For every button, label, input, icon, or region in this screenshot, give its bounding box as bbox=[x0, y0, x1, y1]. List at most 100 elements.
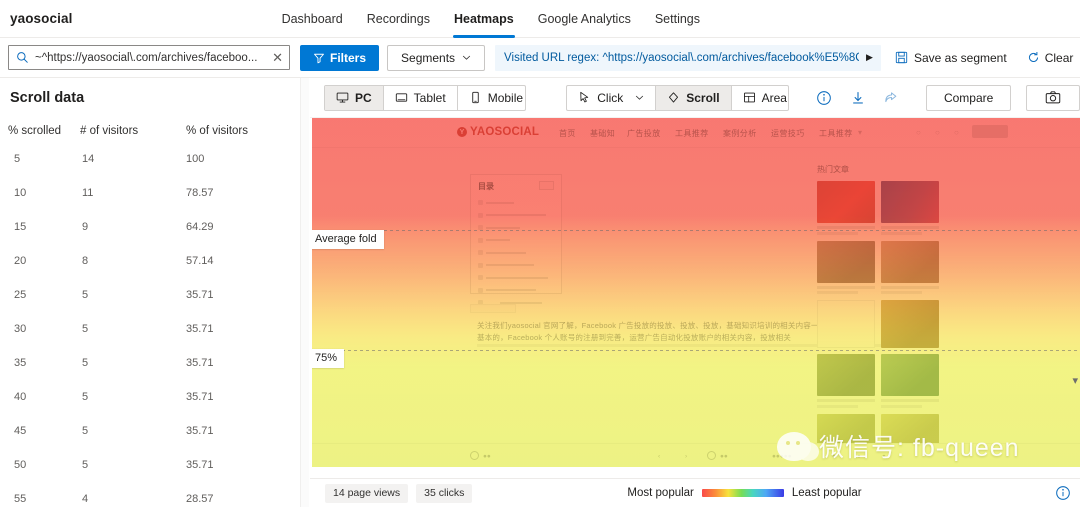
site-logo: Y YAOSOCIAL bbox=[457, 126, 539, 138]
play-icon[interactable]: ▶ bbox=[866, 52, 873, 63]
scroll-data-panel: Scroll data % scrolled # of visitors % o… bbox=[0, 78, 300, 507]
site-sidebar-title: 热门文章 bbox=[817, 164, 939, 175]
table-row[interactable]: 514100 bbox=[0, 142, 300, 176]
table-row[interactable]: 40535.71 bbox=[0, 380, 300, 414]
download-icon[interactable] bbox=[845, 85, 870, 111]
monitor-icon bbox=[336, 91, 349, 104]
filters-button-label: Filters bbox=[330, 51, 366, 65]
cell-percent-visitors: 35.71 bbox=[186, 278, 300, 312]
heatmap-stage[interactable]: Y YAOSOCIAL 首页 基础知 广告投放 工具推荐 案例分析 运营技巧 工… bbox=[312, 118, 1080, 467]
heatmap-status-bar: 14 page views 35 clicks Most popular Lea… bbox=[310, 478, 1080, 507]
camera-icon bbox=[1045, 90, 1061, 105]
mode-option-area[interactable]: Area bbox=[732, 86, 790, 110]
table-row[interactable]: 50535.71 bbox=[0, 448, 300, 482]
device-option-pc[interactable]: PC bbox=[325, 86, 384, 110]
nav-item-recordings[interactable]: Recordings bbox=[355, 0, 442, 38]
search-input-value: ~^https://yaosocial\.com/archives/facebo… bbox=[35, 52, 269, 64]
site-nav-item: 工具推荐 bbox=[675, 128, 709, 139]
cell-percent-scrolled: 20 bbox=[0, 244, 80, 278]
visited-url-regex-pill[interactable]: Visited URL regex: ^https://yaosocial\.c… bbox=[495, 45, 881, 71]
table-row[interactable]: 35535.71 bbox=[0, 346, 300, 380]
clear-search-icon[interactable]: ✕ bbox=[269, 51, 283, 64]
cell-percent-scrolled: 35 bbox=[0, 346, 80, 380]
save-as-segment-label: Save as segment bbox=[914, 51, 1007, 65]
brand-title: yaosocial bbox=[10, 11, 72, 26]
cell-num-visitors: 4 bbox=[80, 482, 186, 507]
chevron-down-icon[interactable] bbox=[635, 93, 644, 102]
average-fold-line bbox=[312, 230, 1080, 231]
site-thumbnail bbox=[881, 300, 939, 348]
site-thumb-row bbox=[817, 354, 939, 408]
site-footer-bar: ●● ‹ › ●● ●●●●● ● ● ● bbox=[312, 443, 1080, 467]
site-thumbnail bbox=[817, 181, 875, 235]
cell-num-visitors: 5 bbox=[80, 346, 186, 380]
cell-percent-visitors: 100 bbox=[186, 142, 300, 176]
diamond-icon bbox=[667, 91, 680, 104]
panel-title: Scroll data bbox=[10, 90, 300, 106]
site-thumbnail bbox=[881, 181, 939, 235]
site-nav-item: 基础知 bbox=[590, 128, 615, 139]
mode-option-scroll[interactable]: Scroll bbox=[656, 86, 731, 110]
share-icon[interactable] bbox=[879, 85, 904, 111]
legend-gradient-bar bbox=[702, 489, 784, 497]
device-option-pc-label: PC bbox=[355, 91, 372, 105]
site-preview: Y YAOSOCIAL 首页 基础知 广告投放 工具推荐 案例分析 运营技巧 工… bbox=[312, 118, 1080, 467]
segments-dropdown[interactable]: Segments bbox=[387, 45, 485, 71]
site-sidebar: 热门文章 bbox=[817, 164, 939, 450]
site-nav-item: 工具推荐 bbox=[819, 128, 853, 139]
percentile-label: 75% bbox=[312, 349, 344, 368]
cell-percent-visitors: 35.71 bbox=[186, 312, 300, 346]
scroll-data-table: % scrolled # of visitors % of visitors 5… bbox=[0, 120, 300, 507]
device-option-tablet[interactable]: Tablet bbox=[384, 86, 458, 110]
cell-percent-visitors: 57.14 bbox=[186, 244, 300, 278]
cell-percent-scrolled: 30 bbox=[0, 312, 80, 346]
cell-num-visitors: 5 bbox=[80, 380, 186, 414]
table-row[interactable]: 25535.71 bbox=[0, 278, 300, 312]
mode-option-click[interactable]: Click bbox=[567, 86, 656, 110]
cell-percent-scrolled: 55 bbox=[0, 482, 80, 507]
column-header-num-visitors: # of visitors bbox=[80, 120, 186, 142]
search-input[interactable]: ~^https://yaosocial\.com/archives/facebo… bbox=[8, 45, 290, 70]
filters-button[interactable]: Filters bbox=[300, 45, 379, 71]
site-thumbnail bbox=[881, 414, 939, 444]
tablet-icon bbox=[395, 91, 408, 104]
cell-percent-visitors: 78.57 bbox=[186, 176, 300, 210]
cell-percent-visitors: 35.71 bbox=[186, 380, 300, 414]
left-panel-scrollbar[interactable] bbox=[300, 78, 309, 507]
heatmap-legend: Most popular Least popular bbox=[627, 487, 861, 499]
site-thumb-row bbox=[817, 241, 939, 295]
nav-item-settings[interactable]: Settings bbox=[643, 0, 712, 38]
mode-option-scroll-label: Scroll bbox=[686, 91, 719, 105]
top-navigation-bar: yaosocial Dashboard Recordings Heatmaps … bbox=[0, 0, 1080, 38]
filter-bar: ~^https://yaosocial\.com/archives/facebo… bbox=[0, 38, 1080, 78]
refresh-icon bbox=[1027, 51, 1040, 64]
camera-button[interactable] bbox=[1026, 85, 1080, 111]
nav-item-dashboard[interactable]: Dashboard bbox=[270, 0, 355, 38]
cell-num-visitors: 9 bbox=[80, 210, 186, 244]
status-bar-info-icon[interactable] bbox=[1055, 485, 1071, 501]
site-header: Y YAOSOCIAL 首页 基础知 广告投放 工具推荐 案例分析 运营技巧 工… bbox=[312, 118, 1080, 148]
site-body-text: 基本的，Facebook 个人账号的注册到完善，运营广告自动化投放账户的相关内容… bbox=[477, 332, 791, 343]
site-thumb-row bbox=[817, 300, 939, 348]
compare-button[interactable]: Compare bbox=[926, 85, 1011, 111]
cell-percent-visitors: 35.71 bbox=[186, 448, 300, 482]
cell-percent-scrolled: 50 bbox=[0, 448, 80, 482]
table-row[interactable]: 101178.57 bbox=[0, 176, 300, 210]
nav-item-heatmaps[interactable]: Heatmaps bbox=[442, 0, 526, 38]
table-row[interactable]: 55428.57 bbox=[0, 482, 300, 507]
device-option-tablet-label: Tablet bbox=[414, 91, 446, 105]
info-icon[interactable] bbox=[811, 85, 836, 111]
cell-percent-visitors: 35.71 bbox=[186, 414, 300, 448]
site-nav-item: 运营技巧 bbox=[771, 128, 805, 139]
scroll-down-arrow-icon[interactable]: ▾ bbox=[1072, 374, 1078, 387]
table-row[interactable]: 45535.71 bbox=[0, 414, 300, 448]
save-as-segment-button[interactable]: Save as segment bbox=[895, 51, 1007, 65]
site-thumbnail bbox=[881, 241, 939, 295]
nav-item-google-analytics[interactable]: Google Analytics bbox=[526, 0, 643, 38]
clear-button[interactable]: Clear bbox=[1027, 51, 1074, 65]
device-option-mobile[interactable]: Mobile bbox=[458, 86, 527, 110]
table-row[interactable]: 15964.29 bbox=[0, 210, 300, 244]
table-row[interactable]: 20857.14 bbox=[0, 244, 300, 278]
site-thumbnail bbox=[817, 414, 875, 444]
table-row[interactable]: 30535.71 bbox=[0, 312, 300, 346]
